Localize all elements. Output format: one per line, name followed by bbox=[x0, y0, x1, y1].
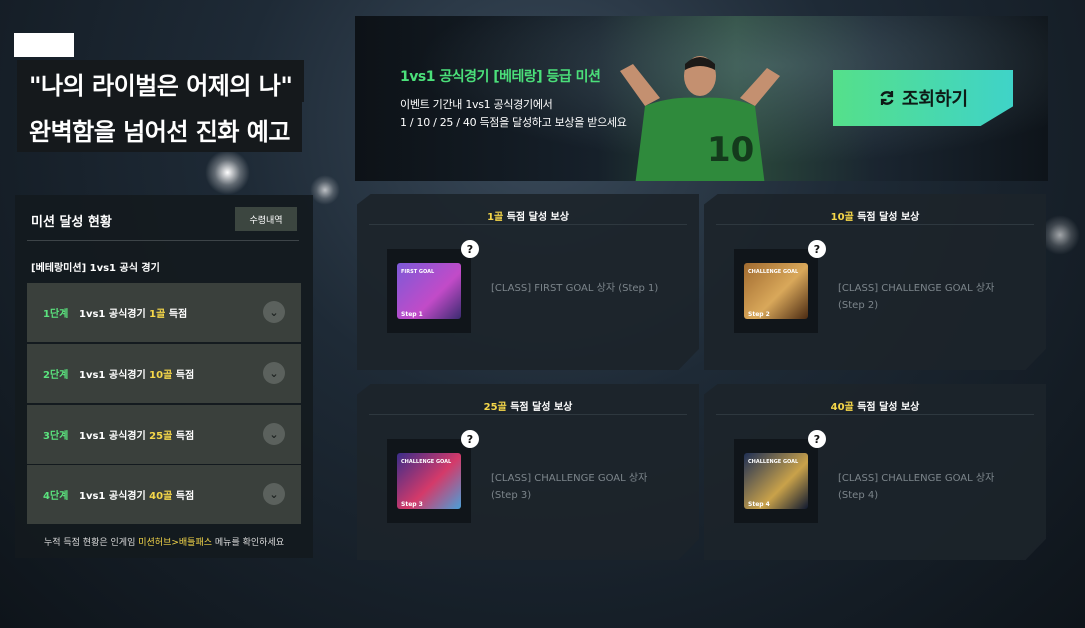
stadium-light bbox=[205, 150, 250, 195]
panel-subtitle: [베테랑미션] 1vs1 공식 경기 bbox=[31, 263, 160, 274]
chevron-down-icon[interactable]: ⌄ bbox=[263, 362, 285, 384]
mission-banner: 10 1vs1 공식경기 [베테랑] 등급 미션 이벤트 기간내 1vs1 공식… bbox=[355, 16, 1048, 181]
reward-head-suffix: 득점 달성 보상 bbox=[506, 212, 569, 223]
reward-head-suffix: 득점 달성 보상 bbox=[510, 402, 573, 413]
event-tag bbox=[14, 33, 74, 57]
stage-goal: 25골 bbox=[149, 431, 173, 442]
chevron-down-icon[interactable]: ⌄ bbox=[263, 483, 285, 505]
refresh-icon bbox=[880, 91, 894, 105]
chest-label: FIRST GOAL bbox=[401, 269, 435, 275]
note-suffix: 메뉴를 확인하세요 bbox=[214, 538, 285, 548]
stage-item-3[interactable]: 3단계 1vs1 공식경기 25골 득점 ⌄ bbox=[27, 405, 301, 464]
stage-prefix: 1vs1 공식경기 bbox=[79, 370, 146, 381]
reward-card-1: 1골 득점 달성 보상 FIRST GOAL Step 1 ? [CLASS] … bbox=[357, 194, 699, 370]
chevron-down-icon[interactable]: ⌄ bbox=[263, 301, 285, 323]
note-highlight: 미션허브>배틀패스 bbox=[138, 538, 213, 548]
page-title-line1: "나의 라이벌은 어제의 나" bbox=[17, 60, 305, 102]
note-prefix: 누적 득점 현황은 인게임 bbox=[43, 538, 136, 548]
item-name-line1: [CLASS] CHALLENGE GOAL 상자 bbox=[838, 473, 995, 484]
history-button[interactable]: 수령내역 bbox=[235, 207, 297, 231]
reward-item-name: [CLASS] CHALLENGE GOAL 상자 (Step 4) bbox=[838, 470, 1028, 504]
chest-label: CHALLENGE GOAL bbox=[401, 459, 452, 465]
stage-goal: 10골 bbox=[149, 370, 173, 381]
stage-level: 3단계 bbox=[43, 431, 69, 442]
stage-goal: 1골 bbox=[149, 309, 166, 320]
item-name-line2: (Step 2) bbox=[838, 300, 879, 311]
divider bbox=[27, 240, 299, 241]
svg-text:10: 10 bbox=[707, 130, 754, 170]
banner-title: 1vs1 공식경기 [베테랑] 등급 미션 bbox=[400, 69, 601, 85]
chest-step: Step 2 bbox=[748, 311, 770, 318]
stage-prefix: 1vs1 공식경기 bbox=[79, 309, 146, 320]
chevron-down-icon[interactable]: ⌄ bbox=[263, 423, 285, 445]
reward-card-header: 10골 득점 달성 보상 bbox=[716, 208, 1034, 223]
reward-head-suffix: 득점 달성 보상 bbox=[857, 212, 920, 223]
reward-head-suffix: 득점 달성 보상 bbox=[857, 402, 920, 413]
stage-prefix: 1vs1 공식경기 bbox=[79, 431, 146, 442]
stadium-light bbox=[1040, 215, 1080, 255]
reward-card-2: 10골 득점 달성 보상 CHALLENGE GOAL Step 2 ? [CL… bbox=[704, 194, 1046, 370]
stage-item-4[interactable]: 4단계 1vs1 공식경기 40골 득점 ⌄ bbox=[27, 465, 301, 524]
reward-card-header: 1골 득점 달성 보상 bbox=[369, 208, 687, 223]
chest-step: Step 3 bbox=[401, 501, 423, 508]
reward-goal: 25골 bbox=[483, 402, 507, 413]
chest-step: Step 4 bbox=[748, 501, 770, 508]
mission-status-panel: 미션 달성 현황 수령내역 [베테랑미션] 1vs1 공식 경기 1단계 1vs… bbox=[15, 195, 313, 558]
help-icon[interactable]: ? bbox=[461, 240, 479, 258]
reward-item-image[interactable]: FIRST GOAL Step 1 bbox=[387, 249, 471, 333]
stage-suffix: 득점 bbox=[168, 309, 188, 320]
item-name-line2: (Step 3) bbox=[491, 490, 532, 501]
stage-level: 4단계 bbox=[43, 491, 69, 502]
banner-desc-line2: 1 / 10 / 25 / 40 득점을 달성하고 보상을 받으세요 bbox=[400, 116, 627, 129]
item-name-line1: [CLASS] FIRST GOAL 상자 (Step 1) bbox=[491, 283, 659, 294]
reward-item-name: [CLASS] CHALLENGE GOAL 상자 (Step 2) bbox=[838, 280, 1028, 314]
banner-desc-line1: 이벤트 기간내 1vs1 공식경기에서 bbox=[400, 98, 553, 111]
stage-level: 2단계 bbox=[43, 370, 69, 381]
stage-item-1[interactable]: 1단계 1vs1 공식경기 1골 득점 ⌄ bbox=[27, 283, 301, 342]
help-icon[interactable]: ? bbox=[808, 240, 826, 258]
reward-card-4: 40골 득점 달성 보상 CHALLENGE GOAL Step 4 ? [CL… bbox=[704, 384, 1046, 560]
reward-item-name: [CLASS] CHALLENGE GOAL 상자 (Step 3) bbox=[491, 470, 681, 504]
reward-item-image[interactable]: CHALLENGE GOAL Step 2 bbox=[734, 249, 818, 333]
player-illustration: 10 bbox=[620, 56, 780, 181]
reward-card-header: 40골 득점 달성 보상 bbox=[716, 398, 1034, 413]
help-icon[interactable]: ? bbox=[808, 430, 826, 448]
stage-suffix: 득점 bbox=[175, 370, 195, 381]
panel-footnote: 누적 득점 현황은 인게임 미션허브>배틀패스 메뉴를 확인하세요 bbox=[15, 535, 313, 548]
banner-description: 이벤트 기간내 1vs1 공식경기에서 1 / 10 / 25 / 40 득점을… bbox=[400, 96, 627, 132]
reward-card-3: 25골 득점 달성 보상 CHALLENGE GOAL Step 3 ? [CL… bbox=[357, 384, 699, 560]
panel-title: 미션 달성 현황 bbox=[31, 215, 112, 230]
item-name-line2: (Step 4) bbox=[838, 490, 879, 501]
stage-item-2[interactable]: 2단계 1vs1 공식경기 10골 득점 ⌄ bbox=[27, 344, 301, 403]
item-name-line1: [CLASS] CHALLENGE GOAL 상자 bbox=[838, 283, 995, 294]
stage-prefix: 1vs1 공식경기 bbox=[79, 491, 146, 502]
divider bbox=[369, 224, 687, 225]
stage-suffix: 득점 bbox=[175, 431, 195, 442]
help-icon[interactable]: ? bbox=[461, 430, 479, 448]
stage-level: 1단계 bbox=[43, 309, 69, 320]
chest-step: Step 1 bbox=[401, 311, 423, 318]
stage-suffix: 득점 bbox=[175, 491, 195, 502]
divider bbox=[369, 414, 687, 415]
item-name-line1: [CLASS] CHALLENGE GOAL 상자 bbox=[491, 473, 648, 484]
reward-item-image[interactable]: CHALLENGE GOAL Step 4 bbox=[734, 439, 818, 523]
reward-item-image[interactable]: CHALLENGE GOAL Step 3 bbox=[387, 439, 471, 523]
stage-goal: 40골 bbox=[149, 491, 173, 502]
reward-goal: 1골 bbox=[487, 212, 504, 223]
reward-goal: 10골 bbox=[830, 212, 854, 223]
stadium-light bbox=[310, 175, 340, 205]
lookup-button[interactable]: 조회하기 bbox=[833, 70, 1013, 126]
divider bbox=[716, 224, 1034, 225]
lookup-button-label: 조회하기 bbox=[901, 89, 969, 110]
chest-label: CHALLENGE GOAL bbox=[748, 269, 799, 275]
divider bbox=[716, 414, 1034, 415]
reward-goal: 40골 bbox=[830, 402, 854, 413]
page-title-line2: 완벽함을 넘어선 진화 예고 bbox=[17, 102, 302, 152]
reward-item-name: [CLASS] FIRST GOAL 상자 (Step 1) bbox=[491, 280, 681, 297]
reward-card-header: 25골 득점 달성 보상 bbox=[369, 398, 687, 413]
chest-label: CHALLENGE GOAL bbox=[748, 459, 799, 465]
